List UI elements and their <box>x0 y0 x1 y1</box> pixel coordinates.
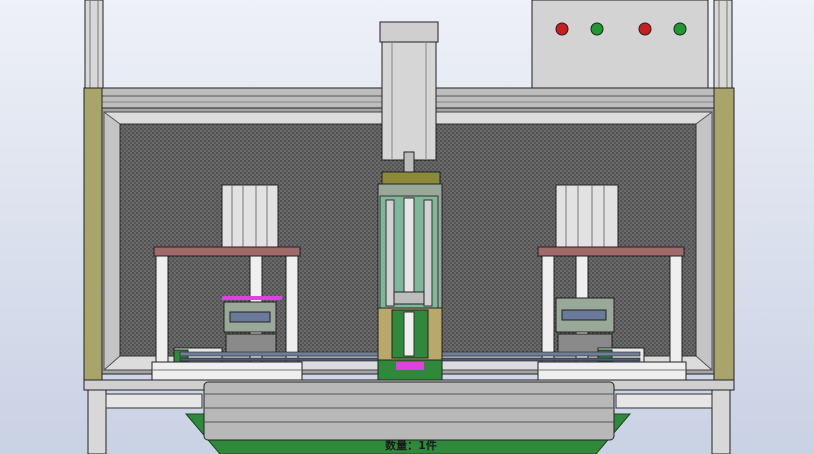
quantity-label: 数量：1件 <box>385 439 437 452</box>
green-indicator-light <box>673 22 687 36</box>
left-clamp-bar <box>153 246 301 257</box>
machine-assembly-drawing <box>83 0 735 454</box>
red-indicator-light <box>555 22 569 36</box>
central-press-cylinder <box>377 21 443 383</box>
green-indicator-light <box>590 22 604 36</box>
red-indicator-light <box>638 22 652 36</box>
control-box <box>531 0 709 89</box>
fixture-plate <box>203 381 615 441</box>
right-clamp-bar <box>537 246 685 257</box>
